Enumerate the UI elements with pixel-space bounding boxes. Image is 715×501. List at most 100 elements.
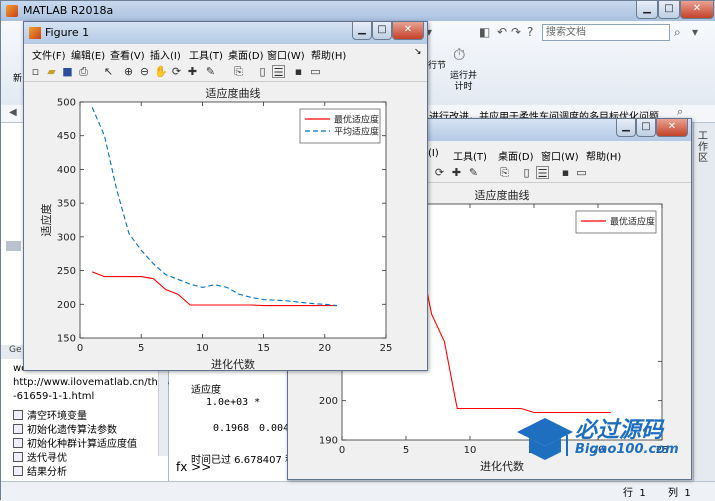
left-panel-scrollbar[interactable]: [158, 371, 168, 456]
ribbon-redo-icon[interactable]: ↷: [511, 25, 521, 39]
legend-icon[interactable]: ☰: [536, 166, 549, 179]
open-folder-icon[interactable]: ▰: [45, 65, 58, 78]
cmd-output-line: 0.004: [259, 423, 289, 434]
fig1-menu-dock-arrow-icon[interactable]: ↘: [414, 47, 422, 57]
matlab-window-title: MATLAB R2018a: [23, 4, 113, 17]
link-plot-icon[interactable]: ⎘: [232, 65, 245, 78]
rotate-3d-icon[interactable]: ⟳: [170, 65, 183, 78]
zoom-in-icon[interactable]: ⊕: [122, 65, 135, 78]
ribbon-undo-icon[interactable]: ↶: [497, 25, 507, 39]
figure-1-title-bar: Figure 1 ▁ □ ✕: [24, 22, 427, 44]
x-tick-label: 20: [318, 343, 331, 354]
help-link-line-2[interactable]: -61659-1-1.html: [13, 391, 94, 402]
folder-search-icon[interactable]: ⌕: [677, 105, 683, 119]
minimize-button[interactable]: ▁: [636, 1, 658, 19]
data-cursor-icon[interactable]: ✚: [186, 65, 199, 78]
x-tick-label: 10: [464, 445, 477, 456]
command-prompt[interactable]: fx >>: [176, 460, 211, 474]
link-plot-icon[interactable]: ⎘: [498, 166, 511, 179]
section-icon: [13, 466, 23, 476]
fig1-menu-edit[interactable]: 编辑(E): [71, 47, 105, 62]
pointer-icon[interactable]: ↖: [102, 65, 115, 78]
notification-icon[interactable]: ▾: [692, 25, 698, 39]
dock-icon[interactable]: ▭: [575, 166, 588, 179]
figure-icon: [29, 27, 41, 39]
y-tick-label: 500: [57, 98, 76, 109]
y-tick-label: 200: [57, 300, 76, 311]
fig1-menu-bar: 文件(F) 编辑(E) 查看(V) 插入(I) 工具(T) 桌面(D) 窗口(W…: [24, 44, 427, 62]
status-row-indicator: 行 1: [623, 484, 646, 499]
legend-icon[interactable]: ☰: [272, 65, 285, 78]
watermark-url: Bigao100.com: [575, 442, 679, 457]
fig1-menu-view[interactable]: 查看(V): [110, 47, 145, 62]
pan-hand-icon[interactable]: ✋: [154, 65, 167, 78]
fig2-menu-insert[interactable]: (I): [428, 148, 439, 159]
workspace-panel-label[interactable]: 工作区: [698, 131, 710, 164]
help-link-line-1[interactable]: http://www.ilovematlab.cn/thread: [13, 377, 180, 388]
section-icon: [13, 438, 23, 448]
close-button[interactable]: ✕: [680, 1, 714, 19]
brush-icon[interactable]: ✎: [467, 166, 480, 179]
new-file-icon[interactable]: ▫: [29, 65, 42, 78]
fig1-maximize-button[interactable]: □: [372, 22, 392, 40]
fig1-menu-window[interactable]: 窗口(W): [267, 47, 305, 62]
ribbon-new-label[interactable]: 新: [13, 71, 22, 84]
save-icon[interactable]: ■: [61, 65, 74, 78]
fig1-menu-insert[interactable]: 插入(I): [150, 47, 181, 62]
x-tick-label: 5: [138, 343, 144, 354]
x-tick-label: 10: [196, 343, 209, 354]
fig1-menu-file[interactable]: 文件(F): [32, 47, 66, 62]
search-icon[interactable]: ⌕: [674, 25, 681, 40]
section-item-iterate[interactable]: 迭代寻优: [13, 449, 67, 464]
ribbon-icon-a[interactable]: ◧: [479, 25, 490, 39]
hide-tools-icon[interactable]: ▪: [292, 65, 305, 78]
figure-1-window[interactable]: Figure 1 ▁ □ ✕ 文件(F) 编辑(E) 查看(V) 插入(I) 工…: [23, 21, 428, 371]
matlab-title-bar: MATLAB R2018a ▁ □ ✕: [1, 1, 715, 21]
run-timer-icon[interactable]: ⏱: [453, 45, 465, 65]
fig2-maximize-button[interactable]: □: [636, 119, 656, 137]
fig1-menu-desktop[interactable]: 桌面(D): [228, 47, 264, 62]
maximize-button[interactable]: □: [658, 1, 680, 19]
brush-icon[interactable]: ✎: [204, 65, 217, 78]
y-tick-label: 190: [319, 436, 338, 447]
fig2-menu-help[interactable]: 帮助(H): [586, 148, 621, 163]
fig2-close-button[interactable]: ✕: [656, 119, 688, 137]
search-documentation-input[interactable]: 搜索文档: [542, 24, 670, 41]
fig1-minimize-button[interactable]: ▁: [352, 22, 372, 40]
section-item-clear[interactable]: 清空环境变量: [13, 407, 87, 422]
dock-icon[interactable]: ▭: [309, 65, 322, 78]
fig2-menu-tools[interactable]: 工具(T): [453, 148, 487, 163]
section-item-init-params[interactable]: 初始化遗传算法参数: [13, 421, 117, 436]
print-icon[interactable]: ⎙: [77, 65, 90, 78]
legend-label: 最优适应度: [610, 216, 655, 228]
ribbon-help-icon[interactable]: ?: [527, 25, 533, 39]
workspace-panel-collapsed[interactable]: [693, 123, 715, 481]
rotate-3d-icon[interactable]: ⟳: [433, 166, 446, 179]
figure-1-chart: 0510152025150200250300350400450500适应度曲线进…: [24, 83, 427, 370]
fig1-toolbar: ▫ ▰ ■ ⎙ ↖ ⊕ ⊖ ✋ ⟳ ✚ ✎ ⎘ ▯ ☰ ▪ ▭: [24, 62, 427, 82]
fig2-minimize-button[interactable]: ▁: [616, 119, 636, 137]
ribbon-run-section-label[interactable]: 行节: [428, 58, 446, 71]
y-axis-label: 适应度: [39, 204, 53, 237]
y-tick-label: 200: [319, 396, 338, 407]
fig2-menu-desktop[interactable]: 桌面(D): [498, 148, 534, 163]
x-tick-label: 25: [380, 343, 393, 354]
fig2-menu-window[interactable]: 窗口(W): [541, 148, 579, 163]
section-item-init-population[interactable]: 初始化种群计算适应度值: [13, 435, 137, 450]
fig1-menu-tools[interactable]: 工具(T): [189, 47, 223, 62]
legend-box: [300, 109, 380, 143]
data-cursor-icon[interactable]: ✚: [450, 166, 463, 179]
x-tick-label: 0: [339, 445, 345, 456]
colorbar-icon[interactable]: ▯: [256, 65, 269, 78]
matlab-logo-icon: [6, 5, 18, 17]
y-tick-label: 250: [57, 266, 76, 277]
hide-tools-icon[interactable]: ▪: [559, 166, 572, 179]
file-highlight-bar: [6, 241, 21, 251]
run-and-time-button[interactable]: 运行并 计时: [450, 71, 477, 93]
fig1-menu-help[interactable]: 帮助(H): [311, 47, 346, 62]
colorbar-icon[interactable]: ▯: [520, 166, 533, 179]
section-item-results[interactable]: 结果分析: [13, 463, 67, 478]
fig1-close-button[interactable]: ✕: [392, 22, 424, 40]
zoom-out-icon[interactable]: ⊖: [138, 65, 151, 78]
back-arrow-icon[interactable]: ◀: [9, 107, 17, 118]
